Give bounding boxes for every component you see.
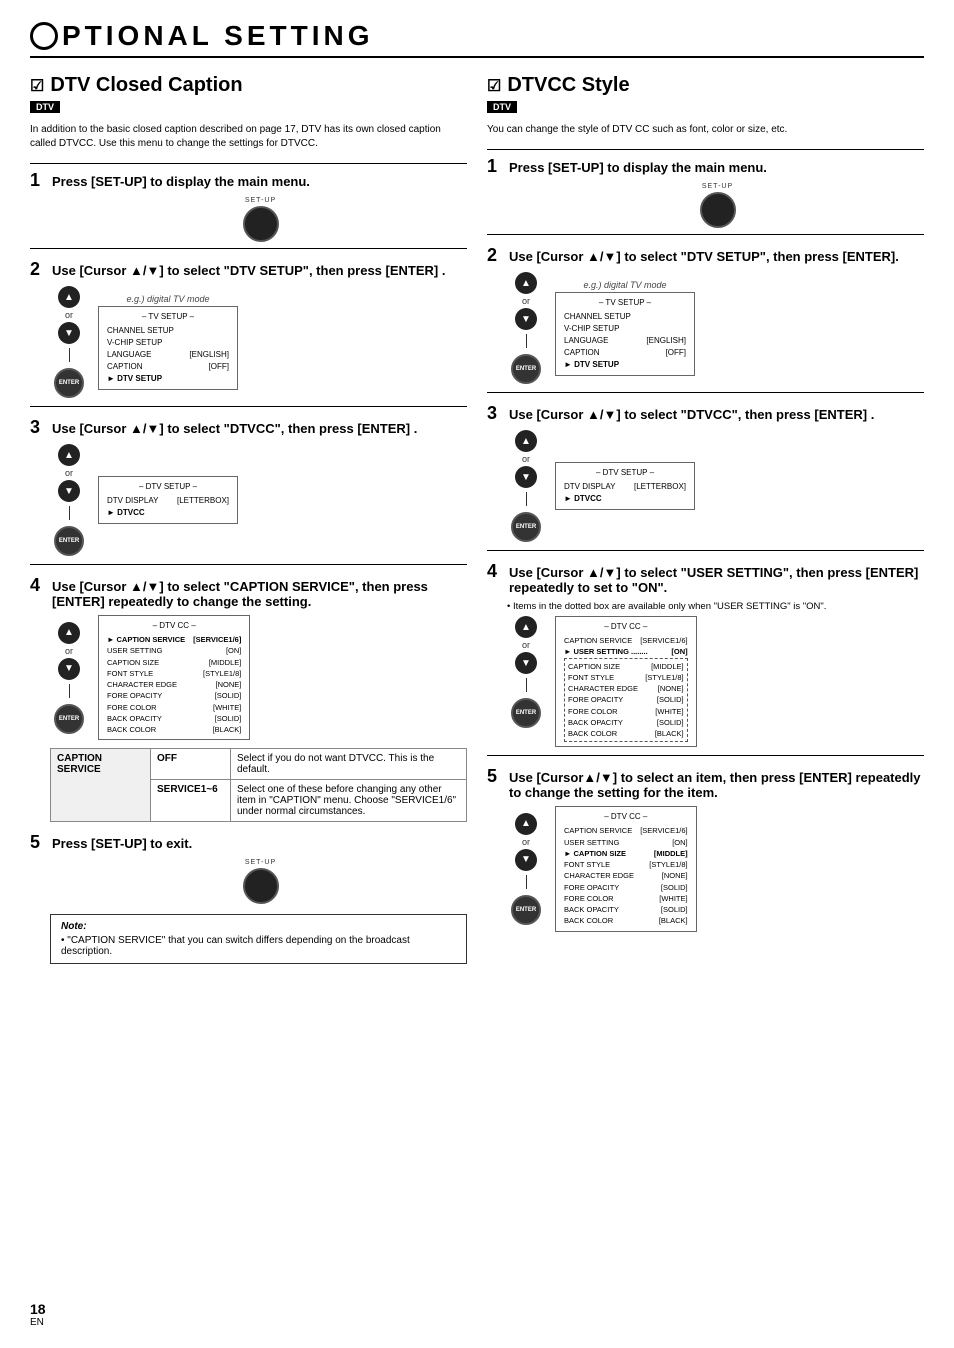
right-step-2: 2 Use [Cursor ▲/▼] to select "DTV SETUP"… <box>487 245 924 393</box>
enter-button: ENTER <box>54 368 84 398</box>
left-column: ☑ DTV Closed Caption DTV In addition to … <box>30 74 467 964</box>
cursor-up-r2: ▲ <box>515 272 537 294</box>
remote-col: ▲ or ▼ ENTER <box>50 286 88 398</box>
left-step-3: 3 Use [Cursor ▲/▼] to select "DTVCC", th… <box>30 417 467 565</box>
left-desc: In addition to the basic closed caption … <box>30 123 467 151</box>
caption-table: CAPTION SERVICE OFF Select if you do not… <box>50 748 467 822</box>
enter-button-r3: ENTER <box>511 512 541 542</box>
right-step-5: 5 Use [Cursor▲/▼] to select an item, the… <box>487 766 924 931</box>
menu-box-r2: – TV SETUP – CHANNEL SETUP V-CHIP SETUP … <box>555 292 695 376</box>
right-title-text: DTVCC Style <box>507 74 629 97</box>
menu-box-r3: – DTV SETUP – DTV DISPLAY[LETTERBOX] ► D… <box>555 462 695 510</box>
cursor-down-r4: ▼ <box>515 652 537 674</box>
left-dtv-badge: DTV <box>30 101 60 113</box>
divider <box>30 163 467 164</box>
enter-button-r2: ENTER <box>511 354 541 384</box>
right-step-1: 1 Press [SET-UP] to display the main men… <box>487 156 924 235</box>
cursor-up-r5: ▲ <box>515 813 537 835</box>
remote-col-4: ▲ or ▼ ENTER <box>50 622 88 734</box>
cursor-up-r3: ▲ <box>515 430 537 452</box>
right-step-3: 3 Use [Cursor ▲/▼] to select "DTVCC", th… <box>487 403 924 551</box>
enter-button-r4: ENTER <box>511 698 541 728</box>
right-step-4: 4 Use [Cursor ▲/▼] to select "USER SETTI… <box>487 561 924 756</box>
left-step-2: 2 Use [Cursor ▲/▼] to select "DTV SETUP"… <box>30 259 467 407</box>
cursor-up-3: ▲ <box>58 444 80 466</box>
setup-button-1[interactable] <box>243 206 279 242</box>
enter-button-3: ENTER <box>54 526 84 556</box>
check-icon-right: ☑ <box>487 76 501 96</box>
note-content: • "CAPTION SERVICE" that you can switch … <box>61 935 456 957</box>
cursor-down-r3: ▼ <box>515 466 537 488</box>
right-desc: You can change the style of DTV CC such … <box>487 123 924 137</box>
setup-button-r1[interactable] <box>700 192 736 228</box>
dotted-box: CAPTION SIZE[MIDDLE] FONT STYLE[STYLE1/8… <box>564 658 688 743</box>
menu-box-r4: – DTV CC – CAPTION SERVICE[SERVICE1/6] ►… <box>555 616 697 747</box>
left-step-1: 1 Press [SET-UP] to display the main men… <box>30 170 467 249</box>
left-step-4: 4 Use [Cursor ▲/▼] to select "CAPTION SE… <box>30 575 467 822</box>
enter-button-r5: ENTER <box>511 895 541 925</box>
remote-col-r5: ▲ or ▼ ENTER <box>507 813 545 925</box>
cursor-down: ▼ <box>58 322 80 344</box>
left-section-title: ☑ DTV Closed Caption <box>30 74 467 97</box>
cursor-up: ▲ <box>58 286 80 308</box>
right-dtv-badge: DTV <box>487 101 517 113</box>
page-number: 18 EN <box>30 1301 46 1328</box>
cursor-up-r4: ▲ <box>515 616 537 638</box>
page-title: PTIONAL SETTING <box>30 20 924 58</box>
remote-col-r2: ▲ or ▼ ENTER <box>507 272 545 384</box>
cursor-down-3: ▼ <box>58 480 80 502</box>
title-text: PTIONAL SETTING <box>62 20 374 52</box>
right-section-title: ☑ DTVCC Style <box>487 74 924 97</box>
remote-col-r3: ▲ or ▼ ENTER <box>507 430 545 542</box>
cursor-down-r2: ▼ <box>515 308 537 330</box>
left-title-text: DTV Closed Caption <box>50 74 242 97</box>
remote-col-r4: ▲ or ▼ ENTER <box>507 616 545 728</box>
note-box: Note: • "CAPTION SERVICE" that you can s… <box>50 914 467 964</box>
menu-box-3: – DTV SETUP – DTV DISPLAY[LETTERBOX] ► D… <box>98 476 238 524</box>
setup-button-5[interactable] <box>243 868 279 904</box>
menu-box-2: – TV SETUP – CHANNEL SETUP V-CHIP SETUP … <box>98 306 238 390</box>
check-icon: ☑ <box>30 76 44 96</box>
cursor-down-r5: ▼ <box>515 849 537 871</box>
cursor-down-4: ▼ <box>58 658 80 680</box>
cursor-up-4: ▲ <box>58 622 80 644</box>
remote-col-3: ▲ or ▼ ENTER <box>50 444 88 556</box>
right-divider <box>487 149 924 150</box>
circle-o-icon <box>30 22 58 50</box>
menu-box-4: – DTV CC – ► CAPTION SERVICE[SERVICE1/6]… <box>98 615 250 740</box>
enter-button-4: ENTER <box>54 704 84 734</box>
menu-box-r5: – DTV CC – CAPTION SERVICE[SERVICE1/6] U… <box>555 806 697 931</box>
left-step-5: 5 Press [SET-UP] to exit. SET-UP <box>30 832 467 904</box>
step4-note: • Items in the dotted box are available … <box>507 601 924 612</box>
right-column: ☑ DTVCC Style DTV You can change the sty… <box>487 74 924 964</box>
